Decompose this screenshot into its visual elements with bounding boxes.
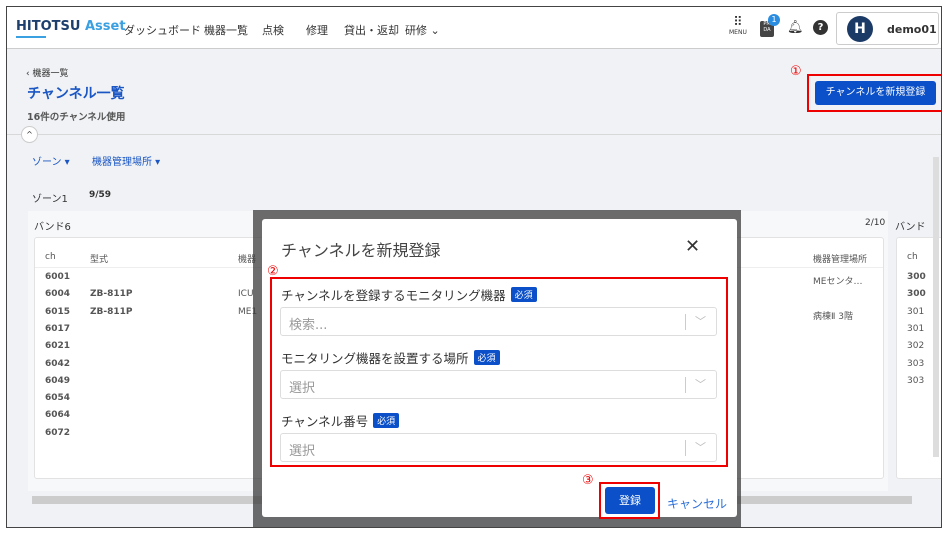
- table-row-ch[interactable]: 300: [907, 272, 926, 282]
- zone-label: ゾーン1: [32, 194, 68, 205]
- table-row-ch: 6017: [45, 323, 71, 334]
- chevron-left-icon: ‹: [26, 69, 30, 79]
- nav-inspection[interactable]: 点検: [262, 22, 284, 38]
- grid-icon: ⠿: [733, 15, 743, 30]
- top-header: HITOTSU Asset ダッシュボード 機器一覧 点検 修理 貸出・返却 研…: [7, 7, 941, 49]
- logo[interactable]: HITOTSU Asset: [16, 19, 126, 38]
- page-title: チャンネル一覧: [27, 86, 125, 102]
- field-select-0[interactable]: 検索... ﹀: [280, 307, 717, 336]
- avatar: H: [847, 16, 873, 42]
- band-count: 2/10: [865, 218, 886, 228]
- notification-count-badge: 1: [768, 14, 780, 26]
- close-icon[interactable]: ✕: [685, 236, 700, 257]
- table-row-ch: 303: [907, 358, 925, 369]
- location-cell: 病棟Ⅱ 3階: [813, 312, 854, 322]
- collapse-button[interactable]: ^: [21, 126, 38, 143]
- nav-training[interactable]: 研修 ⌄: [405, 22, 440, 38]
- annotation-1: ①: [790, 64, 802, 79]
- col-ch: ch: [45, 252, 56, 262]
- table-row-ch: 302: [907, 341, 925, 352]
- page-subtitle: 16件のチャンネル使用: [27, 112, 126, 123]
- table-row-ch: 6054: [45, 393, 71, 404]
- cancel-button[interactable]: キャンセル: [667, 495, 727, 512]
- chevron-down-icon: ﹀: [695, 315, 706, 328]
- table-row-ch[interactable]: 6004: [45, 289, 70, 299]
- table-row-ch[interactable]: 6015: [45, 307, 70, 317]
- required-badge: 必須: [473, 350, 500, 365]
- new-channel-button[interactable]: チャンネルを新規登録: [815, 81, 936, 105]
- location-filter[interactable]: 機器管理場所 ▾: [92, 153, 160, 168]
- modal-title: チャンネルを新規登録: [281, 241, 441, 260]
- table-row-ch: 6001: [45, 272, 71, 282]
- band3-title: バンド: [895, 222, 926, 233]
- required-badge: 必須: [510, 287, 537, 302]
- band6-title: バンド6: [34, 222, 71, 233]
- help-icon[interactable]: ?: [813, 20, 828, 35]
- field-select-2[interactable]: 選択 ﹀: [280, 433, 717, 462]
- nav-repair[interactable]: 修理: [306, 22, 328, 38]
- menu-button[interactable]: ⠿ MENU: [729, 15, 747, 36]
- location-cell: MEセンタ…: [813, 277, 863, 287]
- nav-dashboard[interactable]: ダッシュボード: [124, 22, 201, 38]
- user-menu[interactable]: H demo01: [836, 12, 939, 45]
- table-row-ch: 303: [907, 375, 925, 386]
- table-row-ch: 301: [907, 306, 925, 317]
- col-location: 機器管理場所: [813, 255, 868, 265]
- submit-button[interactable]: 登録: [605, 487, 655, 514]
- table-row-ch: 6021: [45, 341, 71, 352]
- table-row-ch: 6049: [45, 375, 71, 386]
- bell-icon[interactable]: 🔔︎: [787, 20, 804, 35]
- table-row-ch[interactable]: 300: [907, 289, 926, 299]
- divider: [7, 134, 941, 135]
- col-ch: ch: [907, 252, 918, 262]
- chevron-down-icon: ﹀: [695, 441, 706, 454]
- placeholder: 選択: [289, 381, 316, 396]
- required-badge: 必須: [373, 413, 400, 428]
- placeholder: 検索...: [289, 318, 328, 333]
- table-row-ch: 6042: [45, 358, 71, 369]
- nav-lending[interactable]: 貸出・返却: [344, 22, 399, 38]
- user-name: demo01: [887, 23, 937, 36]
- col-model: 型式: [90, 255, 109, 265]
- field-label: モニタリング機器を設置する場所 必須: [281, 348, 500, 367]
- chevron-down-icon: ⌄: [430, 24, 440, 37]
- field-label: チャンネル番号 必須: [281, 411, 400, 430]
- zone-count: 9/59: [89, 190, 112, 200]
- table-row-device: ICU: [238, 289, 254, 300]
- nav-equipment[interactable]: 機器一覧: [204, 22, 248, 38]
- chevron-down-icon: ﹀: [695, 378, 706, 391]
- annotation-3: ③: [582, 473, 594, 488]
- field-label: チャンネルを登録するモニタリング機器 必須: [281, 285, 537, 304]
- table-row-ch: 6072: [45, 427, 71, 438]
- zone-filter[interactable]: ゾーン ▾: [32, 153, 70, 168]
- table-row-model[interactable]: ZB-811P: [90, 307, 133, 317]
- placeholder: 選択: [289, 444, 316, 459]
- vertical-scrollbar[interactable]: [933, 157, 939, 457]
- table-row-model[interactable]: ZB-811P: [90, 289, 133, 299]
- breadcrumb-back[interactable]: ‹ 機器一覧: [26, 66, 69, 79]
- app-window: HITOTSU Asset ダッシュボード 機器一覧 点検 修理 貸出・返却 研…: [6, 6, 942, 528]
- table-row-ch: 301: [907, 323, 925, 334]
- new-channel-modal: チャンネルを新規登録 ✕ ② チャンネルを登録するモニタリング機器 必須 検索..…: [262, 219, 737, 519]
- field-select-1[interactable]: 選択 ﹀: [280, 370, 717, 399]
- table-row-ch: 6064: [45, 410, 71, 421]
